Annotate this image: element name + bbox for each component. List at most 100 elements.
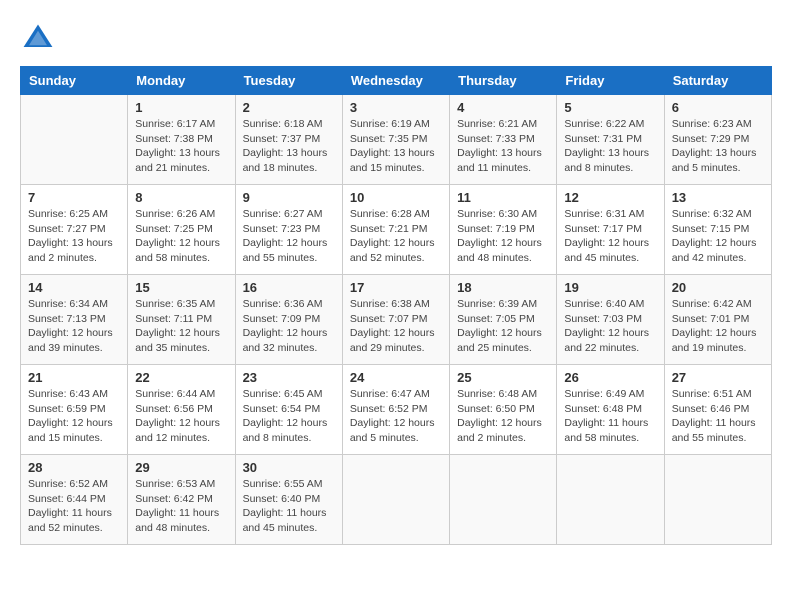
day-info: Sunrise: 6:38 AM Sunset: 7:07 PM Dayligh…	[350, 297, 442, 356]
header-cell-tuesday: Tuesday	[235, 67, 342, 95]
day-number: 4	[457, 100, 549, 115]
day-cell: 3 Sunrise: 6:19 AM Sunset: 7:35 PM Daylig…	[342, 95, 449, 185]
day-info: Sunrise: 6:52 AM Sunset: 6:44 PM Dayligh…	[28, 477, 120, 536]
day-cell: 10 Sunrise: 6:28 AM Sunset: 7:21 PM Dayli…	[342, 185, 449, 275]
day-cell: 24 Sunrise: 6:47 AM Sunset: 6:52 PM Dayli…	[342, 365, 449, 455]
day-info: Sunrise: 6:40 AM Sunset: 7:03 PM Dayligh…	[564, 297, 656, 356]
day-number: 18	[457, 280, 549, 295]
header-cell-saturday: Saturday	[664, 67, 771, 95]
day-cell	[342, 455, 449, 545]
day-cell: 20 Sunrise: 6:42 AM Sunset: 7:01 PM Dayli…	[664, 275, 771, 365]
day-cell: 2 Sunrise: 6:18 AM Sunset: 7:37 PM Daylig…	[235, 95, 342, 185]
logo	[20, 20, 60, 56]
day-cell: 29Sunrise: 6:53 AM Sunset: 6:42 PM Dayli…	[128, 455, 235, 545]
day-info: Sunrise: 6:21 AM Sunset: 7:33 PM Dayligh…	[457, 117, 549, 176]
day-info: Sunrise: 6:49 AM Sunset: 6:48 PM Dayligh…	[564, 387, 656, 446]
day-number: 21	[28, 370, 120, 385]
day-cell	[557, 455, 664, 545]
day-number: 7	[28, 190, 120, 205]
day-cell: 5 Sunrise: 6:22 AM Sunset: 7:31 PM Daylig…	[557, 95, 664, 185]
day-info: Sunrise: 6:22 AM Sunset: 7:31 PM Dayligh…	[564, 117, 656, 176]
day-cell: 11Sunrise: 6:30 AM Sunset: 7:19 PM Dayli…	[450, 185, 557, 275]
day-number: 22	[135, 370, 227, 385]
day-number: 30	[243, 460, 335, 475]
day-number: 28	[28, 460, 120, 475]
day-number: 12	[564, 190, 656, 205]
day-number: 6	[672, 100, 764, 115]
day-info: Sunrise: 6:18 AM Sunset: 7:37 PM Dayligh…	[243, 117, 335, 176]
day-info: Sunrise: 6:48 AM Sunset: 6:50 PM Dayligh…	[457, 387, 549, 446]
day-cell: 30 Sunrise: 6:55 AM Sunset: 6:40 PM Dayli…	[235, 455, 342, 545]
day-cell: 13 Sunrise: 6:32 AM Sunset: 7:15 PM Dayli…	[664, 185, 771, 275]
calendar-table: SundayMondayTuesdayWednesdayThursdayFrid…	[20, 66, 772, 545]
header-cell-friday: Friday	[557, 67, 664, 95]
logo-icon	[20, 20, 56, 56]
day-cell: 18Sunrise: 6:39 AM Sunset: 7:05 PM Dayli…	[450, 275, 557, 365]
day-cell: 9Sunrise: 6:27 AM Sunset: 7:23 PM Daylig…	[235, 185, 342, 275]
week-row-1: 1 Sunrise: 6:17 AM Sunset: 7:38 PM Daylig…	[21, 95, 772, 185]
day-number: 27	[672, 370, 764, 385]
day-cell: 25 Sunrise: 6:48 AM Sunset: 6:50 PM Dayli…	[450, 365, 557, 455]
day-number: 10	[350, 190, 442, 205]
week-row-4: 21 Sunrise: 6:43 AM Sunset: 6:59 PM Dayli…	[21, 365, 772, 455]
header-cell-wednesday: Wednesday	[342, 67, 449, 95]
day-cell: 6 Sunrise: 6:23 AM Sunset: 7:29 PM Daylig…	[664, 95, 771, 185]
day-cell: 27 Sunrise: 6:51 AM Sunset: 6:46 PM Dayli…	[664, 365, 771, 455]
day-number: 19	[564, 280, 656, 295]
header-row: SundayMondayTuesdayWednesdayThursdayFrid…	[21, 67, 772, 95]
day-info: Sunrise: 6:31 AM Sunset: 7:17 PM Dayligh…	[564, 207, 656, 266]
day-number: 29	[135, 460, 227, 475]
day-number: 25	[457, 370, 549, 385]
day-number: 8	[135, 190, 227, 205]
day-number: 24	[350, 370, 442, 385]
day-cell: 8Sunrise: 6:26 AM Sunset: 7:25 PM Daylig…	[128, 185, 235, 275]
page-header	[20, 20, 772, 56]
day-number: 20	[672, 280, 764, 295]
day-info: Sunrise: 6:51 AM Sunset: 6:46 PM Dayligh…	[672, 387, 764, 446]
day-cell: 19 Sunrise: 6:40 AM Sunset: 7:03 PM Dayli…	[557, 275, 664, 365]
week-row-5: 28 Sunrise: 6:52 AM Sunset: 6:44 PM Dayli…	[21, 455, 772, 545]
day-cell: 16 Sunrise: 6:36 AM Sunset: 7:09 PM Dayli…	[235, 275, 342, 365]
day-cell	[450, 455, 557, 545]
day-info: Sunrise: 6:44 AM Sunset: 6:56 PM Dayligh…	[135, 387, 227, 446]
day-number: 15	[135, 280, 227, 295]
day-info: Sunrise: 6:35 AM Sunset: 7:11 PM Dayligh…	[135, 297, 227, 356]
day-info: Sunrise: 6:34 AM Sunset: 7:13 PM Dayligh…	[28, 297, 120, 356]
day-info: Sunrise: 6:36 AM Sunset: 7:09 PM Dayligh…	[243, 297, 335, 356]
day-cell: 14Sunrise: 6:34 AM Sunset: 7:13 PM Dayli…	[21, 275, 128, 365]
day-info: Sunrise: 6:19 AM Sunset: 7:35 PM Dayligh…	[350, 117, 442, 176]
day-info: Sunrise: 6:32 AM Sunset: 7:15 PM Dayligh…	[672, 207, 764, 266]
day-number: 16	[243, 280, 335, 295]
day-number: 11	[457, 190, 549, 205]
day-cell: 4 Sunrise: 6:21 AM Sunset: 7:33 PM Daylig…	[450, 95, 557, 185]
header-cell-monday: Monday	[128, 67, 235, 95]
day-cell: 22 Sunrise: 6:44 AM Sunset: 6:56 PM Dayli…	[128, 365, 235, 455]
header-cell-sunday: Sunday	[21, 67, 128, 95]
day-info: Sunrise: 6:28 AM Sunset: 7:21 PM Dayligh…	[350, 207, 442, 266]
day-info: Sunrise: 6:42 AM Sunset: 7:01 PM Dayligh…	[672, 297, 764, 356]
day-cell	[21, 95, 128, 185]
day-number: 17	[350, 280, 442, 295]
week-row-2: 7 Sunrise: 6:25 AM Sunset: 7:27 PM Daylig…	[21, 185, 772, 275]
day-number: 3	[350, 100, 442, 115]
day-info: Sunrise: 6:43 AM Sunset: 6:59 PM Dayligh…	[28, 387, 120, 446]
day-info: Sunrise: 6:27 AM Sunset: 7:23 PM Dayligh…	[243, 207, 335, 266]
day-number: 5	[564, 100, 656, 115]
day-cell: 21 Sunrise: 6:43 AM Sunset: 6:59 PM Dayli…	[21, 365, 128, 455]
day-number: 2	[243, 100, 335, 115]
day-cell: 15 Sunrise: 6:35 AM Sunset: 7:11 PM Dayli…	[128, 275, 235, 365]
day-info: Sunrise: 6:23 AM Sunset: 7:29 PM Dayligh…	[672, 117, 764, 176]
day-cell: 26Sunrise: 6:49 AM Sunset: 6:48 PM Dayli…	[557, 365, 664, 455]
day-info: Sunrise: 6:47 AM Sunset: 6:52 PM Dayligh…	[350, 387, 442, 446]
day-cell: 7 Sunrise: 6:25 AM Sunset: 7:27 PM Daylig…	[21, 185, 128, 275]
week-row-3: 14Sunrise: 6:34 AM Sunset: 7:13 PM Dayli…	[21, 275, 772, 365]
day-cell	[664, 455, 771, 545]
day-number: 1	[135, 100, 227, 115]
day-number: 13	[672, 190, 764, 205]
day-cell: 1 Sunrise: 6:17 AM Sunset: 7:38 PM Daylig…	[128, 95, 235, 185]
day-info: Sunrise: 6:17 AM Sunset: 7:38 PM Dayligh…	[135, 117, 227, 176]
day-info: Sunrise: 6:45 AM Sunset: 6:54 PM Dayligh…	[243, 387, 335, 446]
day-info: Sunrise: 6:55 AM Sunset: 6:40 PM Dayligh…	[243, 477, 335, 536]
day-info: Sunrise: 6:25 AM Sunset: 7:27 PM Dayligh…	[28, 207, 120, 266]
day-cell: 23Sunrise: 6:45 AM Sunset: 6:54 PM Dayli…	[235, 365, 342, 455]
